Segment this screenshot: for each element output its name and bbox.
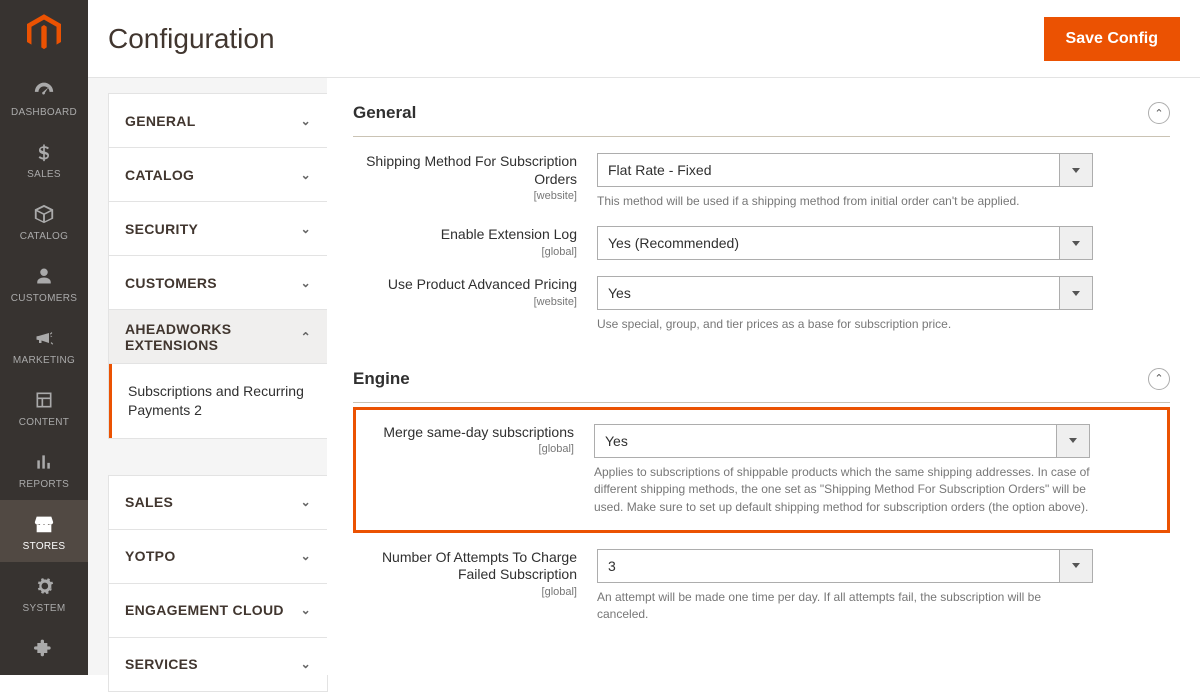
chevron-down-icon: ⌄ (301, 603, 311, 617)
field-advanced-pricing: Use Product Advanced Pricing [website] Y… (353, 260, 1170, 333)
chevron-down-icon: ⌄ (301, 222, 311, 236)
field-merge-same-day: Merge same-day subscriptions [global] Ye… (366, 420, 1157, 516)
store-icon (4, 511, 84, 537)
sidebar-sub-item-subscriptions[interactable]: Subscriptions and Recurring Payments 2 (109, 364, 327, 438)
chevron-down-icon: ⌄ (301, 657, 311, 671)
field-enable-log: Enable Extension Log [global] Yes (Recom… (353, 210, 1170, 260)
gauge-icon (4, 77, 84, 103)
advanced-pricing-select[interactable]: Yes (597, 276, 1093, 310)
puzzle-icon (4, 635, 84, 661)
sidebar-item-services[interactable]: SERVICES⌄ (109, 638, 327, 692)
chevron-down-icon: ⌄ (301, 114, 311, 128)
nav-marketing[interactable]: MARKETING (0, 314, 88, 376)
merge-select[interactable]: Yes (594, 424, 1090, 458)
page-title: Configuration (108, 23, 1044, 55)
sidebar-item-catalog[interactable]: CATALOG⌄ (109, 148, 327, 202)
field-note: An attempt will be made one time per day… (597, 589, 1093, 624)
section-head-general[interactable]: General ⌃ (353, 96, 1170, 137)
section-head-engine[interactable]: Engine ⌃ (353, 362, 1170, 403)
enable-log-select[interactable]: Yes (Recommended) (597, 226, 1093, 260)
section-general: General ⌃ Shipping Method For Subscripti… (353, 96, 1170, 334)
field-attempts: Number Of Attempts To Charge Failed Subs… (353, 533, 1170, 624)
field-note: Use special, group, and tier prices as a… (597, 316, 1093, 333)
collapse-icon[interactable]: ⌃ (1148, 368, 1170, 390)
nav-catalog[interactable]: CATALOG (0, 190, 88, 252)
save-config-button[interactable]: Save Config (1044, 17, 1180, 61)
section-title: General (353, 103, 416, 123)
sidebar-sub-group: Subscriptions and Recurring Payments 2 (109, 364, 327, 439)
nav-stores[interactable]: STORES (0, 500, 88, 562)
sidebar-group-top: GENERAL⌄ CATALOG⌄ SECURITY⌄ CUSTOMERS⌄ A… (108, 93, 328, 439)
config-sidebar: GENERAL⌄ CATALOG⌄ SECURITY⌄ CUSTOMERS⌄ A… (88, 78, 328, 675)
nav-dashboard[interactable]: DASHBOARD (0, 66, 88, 128)
nav-reports[interactable]: REPORTS (0, 438, 88, 500)
sidebar-item-security[interactable]: SECURITY⌄ (109, 202, 327, 256)
page-body: GENERAL⌄ CATALOG⌄ SECURITY⌄ CUSTOMERS⌄ A… (88, 78, 1200, 675)
box-icon (4, 201, 84, 227)
nav-partners[interactable] (0, 624, 88, 675)
bar-chart-icon (4, 449, 84, 475)
layout-icon (4, 387, 84, 413)
attempts-select[interactable]: 3 (597, 549, 1093, 583)
nav-content[interactable]: CONTENT (0, 376, 88, 438)
collapse-icon[interactable]: ⌃ (1148, 102, 1170, 124)
highlighted-field-merge: Merge same-day subscriptions [global] Ye… (353, 407, 1170, 533)
magento-logo (0, 0, 88, 66)
main-area: Configuration Save Config GENERAL⌄ CATAL… (88, 0, 1200, 675)
sidebar-item-sales[interactable]: SALES⌄ (109, 476, 327, 530)
sidebar-item-engagement-cloud[interactable]: ENGAGEMENT CLOUD⌄ (109, 584, 327, 638)
chevron-down-icon: ⌄ (301, 495, 311, 509)
shipping-method-select[interactable]: Flat Rate - Fixed (597, 153, 1093, 187)
gear-icon (4, 573, 84, 599)
megaphone-icon (4, 325, 84, 351)
sidebar-item-customers[interactable]: CUSTOMERS⌄ (109, 256, 327, 310)
nav-sales[interactable]: SALES (0, 128, 88, 190)
dollar-icon (4, 139, 84, 165)
page-header: Configuration Save Config (88, 0, 1200, 78)
chevron-down-icon: ⌄ (301, 168, 311, 182)
chevron-up-icon: ⌃ (301, 330, 311, 344)
sidebar-item-yotpo[interactable]: YOTPO⌄ (109, 530, 327, 584)
section-title: Engine (353, 369, 410, 389)
field-note: This method will be used if a shipping m… (597, 193, 1093, 210)
chevron-down-icon: ⌄ (301, 276, 311, 290)
sidebar-item-aheadworks[interactable]: AHEADWORKS EXTENSIONS⌃ (109, 310, 327, 364)
chevron-down-icon: ⌄ (301, 549, 311, 563)
config-content: General ⌃ Shipping Method For Subscripti… (327, 78, 1200, 675)
person-icon (4, 263, 84, 289)
field-note: Applies to subscriptions of shippable pr… (594, 464, 1090, 516)
nav-customers[interactable]: CUSTOMERS (0, 252, 88, 314)
sidebar-group-bottom: SALES⌄ YOTPO⌄ ENGAGEMENT CLOUD⌄ SERVICES… (108, 475, 328, 692)
nav-system[interactable]: SYSTEM (0, 562, 88, 624)
field-shipping-method: Shipping Method For Subscription Orders … (353, 137, 1170, 210)
sidebar-item-general[interactable]: GENERAL⌄ (109, 94, 327, 148)
section-engine: Engine ⌃ Merge same-day subscriptions [g… (353, 362, 1170, 624)
admin-nav-rail: DASHBOARD SALES CATALOG CUSTOMERS MARKET… (0, 0, 88, 675)
